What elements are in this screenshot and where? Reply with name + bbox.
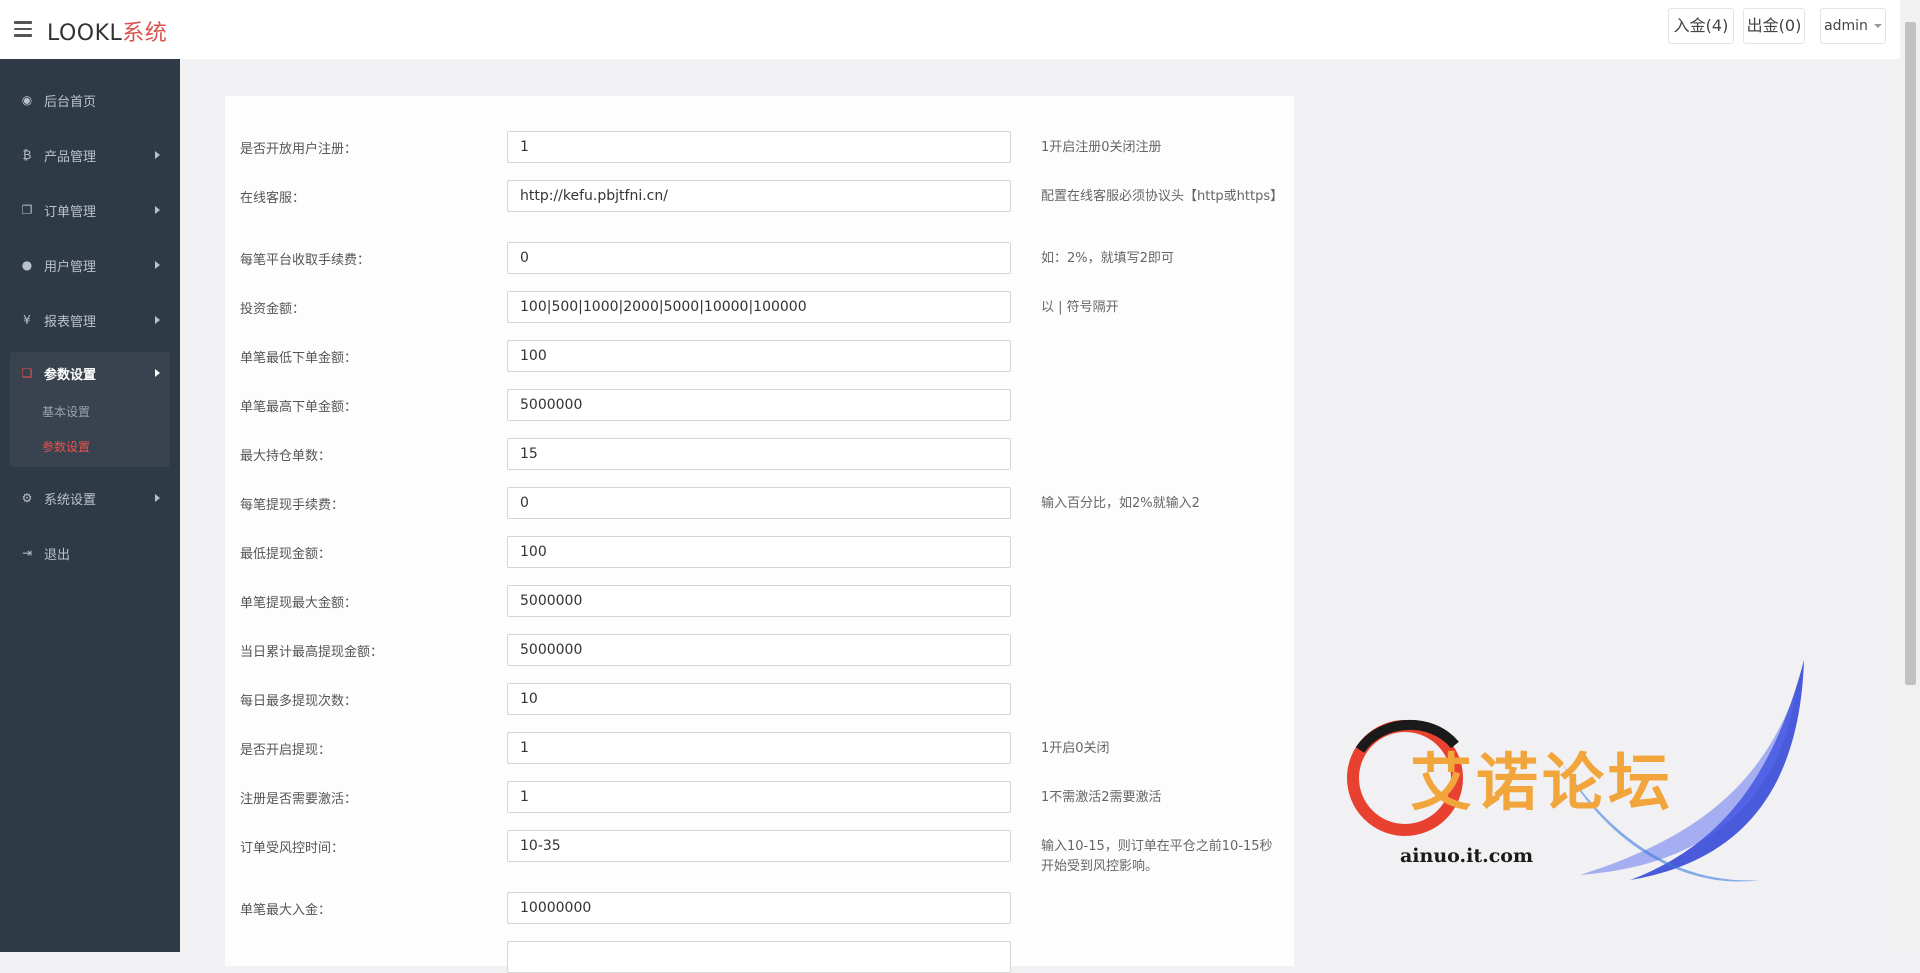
sign-out-icon: ⇥ [21,546,33,560]
field-label: 订单受风控时间： [240,841,345,856]
sidebar-item-params[interactable]: ❏ 参数设置 [10,352,170,394]
sidebar: ◉ 后台首页 ₿ 产品管理 ❐ 订单管理 ● 用户管理 ¥ 报表管理 ❏ 参数设… [0,59,180,952]
copy-icon: ❐ [21,203,33,217]
field-label: 最大持仓单数： [240,449,332,464]
field-label: 单笔最低下单金额： [240,351,358,366]
field-label: 最低提现金额： [240,547,332,562]
page-scrollbar[interactable] [1900,0,1920,952]
user-icon: ● [21,258,33,272]
daily-max-withdraw-input[interactable] [507,634,1011,666]
sidebar-item-products[interactable]: ₿ 产品管理 [0,134,180,176]
chevron-right-icon [155,206,160,214]
sidebar-subitem-basic[interactable]: 基本设置 [42,403,90,420]
field-hint: 输入10-15，则订单在平仓之前10-15秒开始受到风控影响。 [1041,839,1273,874]
field-label: 单笔最高下单金额： [240,400,358,415]
scrollbar-thumb[interactable] [1905,22,1916,685]
gears-icon: ⚙ [21,491,33,505]
yen-icon: ¥ [23,313,31,327]
field-hint: 1开启注册0关闭注册 [1041,140,1162,155]
sidebar-group-params: ❏ 参数设置 基本设置 参数设置 [10,352,170,467]
caret-down-icon [1873,24,1882,28]
sidebar-item-label: 报表管理 [44,315,97,330]
min-order-amount-input[interactable] [507,340,1011,372]
brand-main: LOOKL [47,21,123,46]
field-label: 在线客服： [240,191,306,206]
sidebar-item-label: 订单管理 [44,205,97,220]
bitcoin-icon: ₿ [22,148,32,162]
platform-fee-input[interactable] [507,242,1011,274]
sidebar-item-label: 后台首页 [44,95,97,110]
max-positions-input[interactable] [507,438,1011,470]
withdraw-fee-input[interactable] [507,487,1011,519]
top-navbar: LOOKL系统 入金(4) 出金(0) admin [0,0,1900,59]
sidebar-item-orders[interactable]: ❐ 订单管理 [0,189,180,231]
chevron-right-icon [155,369,160,377]
sidebar-item-label: 参数设置 [44,368,97,383]
chevron-right-icon [155,494,160,502]
chevron-right-icon [155,316,160,324]
chevron-right-icon [155,151,160,159]
watermark-text: 艾诺论坛 [1410,746,1675,819]
field-hint: 如：2%，就填写2即可 [1041,251,1174,266]
deposit-button[interactable]: 入金(4) [1668,8,1734,44]
hamburger-menu-icon[interactable] [14,21,32,37]
watermark-logo: 艾诺论坛 ainuo.it.com [1330,650,1810,910]
dashboard-icon: ◉ [21,93,33,107]
online-service-url-input[interactable] [507,180,1011,212]
field-hint: 以 | 符号隔开 [1041,300,1119,315]
field-label: 每笔提现手续费： [240,498,345,513]
field-label: 是否开启提现： [240,743,332,758]
max-withdraw-input[interactable] [507,585,1011,617]
min-withdraw-input[interactable] [507,536,1011,568]
registration-activation-input[interactable] [507,781,1011,813]
field-label: 投资金额： [240,302,306,317]
next-field-input[interactable] [507,941,1011,973]
sidebar-item-logout[interactable]: ⇥ 退出 [0,532,180,574]
field-label: 注册是否需要激活： [240,792,358,807]
investment-amounts-input[interactable] [507,291,1011,323]
field-hint: 1不需激活2需要激活 [1041,790,1162,805]
sidebar-item-users[interactable]: ● 用户管理 [0,244,180,286]
sidebar-item-label: 退出 [44,548,71,563]
chevron-right-icon [155,261,160,269]
sidebar-item-system[interactable]: ⚙ 系统设置 [0,477,180,519]
field-label: 单笔最大入金： [240,903,332,918]
withdraw-button[interactable]: 出金(0) [1743,8,1805,44]
brand-logo[interactable]: LOOKL系统 [47,15,167,47]
user-menu-button[interactable]: admin [1820,8,1886,44]
watermark-url: ainuo.it.com [1400,845,1534,867]
open-registration-input[interactable] [507,131,1011,163]
field-label: 当日累计最高提现金额： [240,645,384,660]
files-icon: ❏ [21,366,33,380]
field-hint: 输入百分比，如2%就输入2 [1041,496,1200,511]
enable-withdraw-input[interactable] [507,732,1011,764]
sidebar-item-label: 产品管理 [44,150,97,165]
field-label: 单笔提现最大金额： [240,596,358,611]
user-name: admin [1824,18,1868,34]
daily-withdraw-count-input[interactable] [507,683,1011,715]
sidebar-item-label: 系统设置 [44,493,97,508]
field-label: 是否开放用户注册： [240,142,358,157]
settings-form-panel: 是否开放用户注册： 1开启注册0关闭注册 在线客服： 配置在线客服必须协议头【h… [225,96,1294,973]
max-order-amount-input[interactable] [507,389,1011,421]
brand-accent: 系统 [122,21,168,46]
field-hint: 配置在线客服必须协议头【http或https】 [1041,189,1284,204]
sidebar-subitem-params[interactable]: 参数设置 [42,438,90,455]
sidebar-item-dashboard[interactable]: ◉ 后台首页 [0,79,180,121]
max-deposit-input[interactable] [507,892,1011,924]
sidebar-item-reports[interactable]: ¥ 报表管理 [0,299,180,341]
field-label: 每日最多提现次数： [240,694,358,709]
field-label: 每笔平台收取手续费： [240,253,371,268]
risk-control-time-input[interactable] [507,830,1011,862]
field-hint: 1开启0关闭 [1041,741,1110,756]
sidebar-item-label: 用户管理 [44,260,97,275]
